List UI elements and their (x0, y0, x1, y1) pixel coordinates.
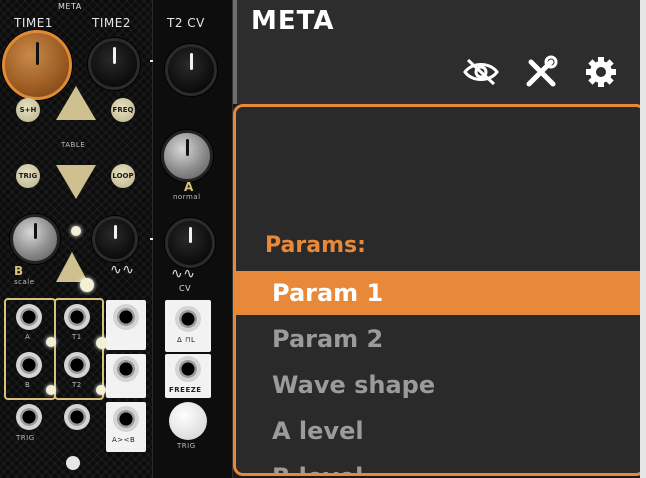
time1-label: TIME1 (14, 16, 53, 30)
jack-aob-label: A><B (112, 436, 136, 444)
table-up-button[interactable] (56, 86, 96, 120)
lower-knob[interactable] (165, 218, 215, 268)
context-menu-header: META (233, 0, 646, 104)
jack-trig-label: TRIG (16, 434, 35, 442)
menu-item-a-level[interactable]: A level (236, 409, 640, 453)
t2cv-knob[interactable] (165, 44, 217, 96)
a-normal-label: normal (173, 193, 201, 201)
sh-button[interactable]: S+H (16, 98, 40, 122)
table-label: TABLE (61, 141, 86, 149)
jack-t1-label: T1 (72, 333, 82, 341)
jack-led-t1 (96, 337, 108, 349)
trig-push-button[interactable] (169, 402, 207, 440)
jack-freeze[interactable] (175, 356, 201, 382)
jack-t2-label: T2 (72, 381, 82, 389)
jack-a-label: A (25, 333, 31, 341)
table-down-button[interactable] (56, 165, 96, 199)
jack-led-b (46, 385, 56, 395)
menu-title: META (251, 6, 335, 36)
jack-trig[interactable] (16, 404, 42, 430)
eye-slash-icon[interactable] (461, 52, 501, 92)
freq-button[interactable]: FREQ (111, 98, 135, 122)
freeze-label: FREEZE (169, 386, 202, 394)
a-label: A (184, 180, 194, 194)
cv-label: CV (179, 284, 192, 293)
brand-logo-icon (66, 456, 80, 470)
second-module-panel: T2 CV A normal ∿∿ CV Δ ⊓L FREEZE TRIG (153, 0, 233, 478)
jack-delta[interactable] (175, 306, 201, 332)
meta-module-panel: META TIME1 TIME2 S+H FREQ TABLE TRIG LOO… (0, 0, 154, 478)
status-led (71, 226, 81, 236)
module-header-label: META (58, 2, 82, 11)
menu-item-param-2[interactable]: Param 2 (236, 317, 640, 361)
menu-item-wave-shape[interactable]: Wave shape (236, 363, 640, 407)
tools-icon[interactable] (521, 52, 561, 92)
b-label: B (14, 264, 24, 278)
menu-item-param-1[interactable]: Param 1 (236, 271, 640, 315)
b-scale-label: scale (14, 278, 35, 286)
jack-t1[interactable] (64, 304, 90, 330)
jack-triangle-out[interactable] (113, 356, 139, 382)
jack-wave[interactable] (64, 404, 90, 430)
menu-item-b-level[interactable]: B level (236, 455, 640, 473)
jack-b-label: B (25, 381, 31, 389)
jack-square-out[interactable] (113, 304, 139, 330)
b-scale-knob[interactable] (10, 214, 60, 264)
shape-led (80, 278, 94, 292)
jack-t2[interactable] (64, 352, 90, 378)
knob-right[interactable] (92, 216, 138, 262)
jack-led-a (46, 337, 56, 347)
trig-label: TRIG (177, 442, 196, 450)
square-wave-icon-2: ∿∿ (171, 266, 196, 282)
context-menu: Params: Param 1 Param 2 Wave shape A lev… (233, 104, 646, 476)
a-normal-knob[interactable] (161, 130, 213, 182)
jack-b[interactable] (16, 352, 42, 378)
loop-button[interactable]: LOOP (111, 164, 135, 188)
jack-a[interactable] (16, 304, 42, 330)
background-window-edge (640, 0, 646, 478)
t2cv-label: T2 CV (167, 16, 205, 30)
time2-knob[interactable] (88, 38, 140, 90)
shape-up-button[interactable] (56, 252, 88, 282)
trig-button[interactable]: TRIG (16, 164, 40, 188)
delta-label: Δ ⊓L (177, 336, 196, 344)
params-section-label: Params: (265, 233, 366, 258)
gear-icon[interactable] (581, 52, 621, 92)
square-wave-icon: ∿∿ (110, 262, 135, 278)
jack-aob[interactable] (113, 406, 139, 432)
time2-label: TIME2 (92, 16, 131, 30)
jack-led-t2 (96, 385, 106, 395)
